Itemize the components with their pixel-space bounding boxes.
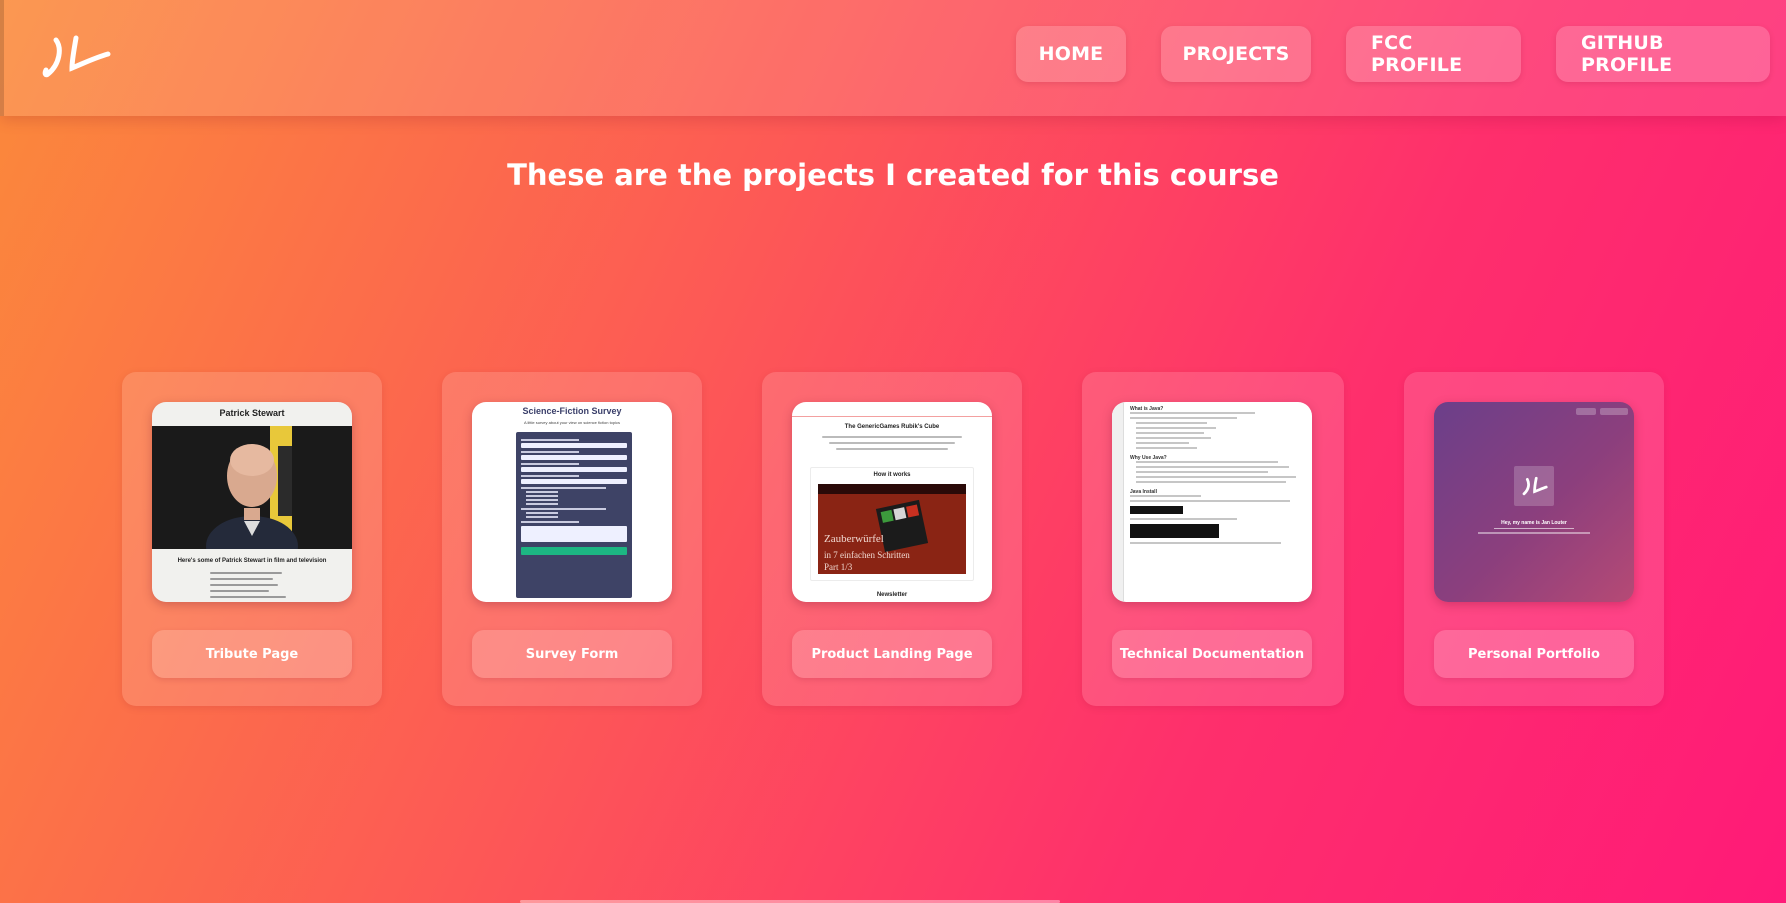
- thumb-title: The GenericGames Rubik's Cube: [844, 424, 940, 430]
- nav-fcc-profile-button[interactable]: FCC PROFILE: [1346, 26, 1521, 82]
- survey-form-thumbnail[interactable]: Science-Fiction Survey A little survey a…: [472, 402, 672, 602]
- site-header: HOME PROJECTS FCC PROFILE GITHUB PROFILE: [0, 0, 1786, 116]
- svg-text:Zauberwürfel: Zauberwürfel: [824, 533, 884, 545]
- thumb-title: Hey, my name is Jan Louter: [1501, 520, 1567, 526]
- thumb-footer-title: Newsletter: [876, 592, 908, 598]
- thumb-logo: [1514, 466, 1554, 506]
- thumb-nav-projects: [1600, 408, 1628, 415]
- jl-signature-logo-icon[interactable]: [42, 30, 114, 82]
- survey-form-button[interactable]: Survey Form: [472, 630, 672, 678]
- technical-documentation-button[interactable]: Technical Documentation: [1112, 630, 1312, 678]
- project-card-portfolio: Hey, my name is Jan Louter Personal Port…: [1404, 372, 1664, 706]
- project-card-product: The GenericGames Rubik's Cube How it wor…: [762, 372, 1022, 706]
- svg-text:in 7 einfachen Schritten: in 7 einfachen Schritten: [824, 550, 910, 560]
- tribute-page-thumbnail[interactable]: Patrick Stewart Here's some of Patrick S…: [152, 402, 352, 602]
- product-landing-page-button[interactable]: Product Landing Page: [792, 630, 992, 678]
- thumb-navbar: [792, 402, 992, 417]
- thumb-subtitle: Here's some of Patrick Stewart in film a…: [177, 558, 327, 564]
- product-landing-page-thumbnail[interactable]: The GenericGames Rubik's Cube How it wor…: [792, 402, 992, 602]
- thumb-title: Science-Fiction Survey: [522, 406, 622, 416]
- thumb-nav-home: [1576, 408, 1596, 415]
- thumb-text-lines: [210, 572, 300, 602]
- page-title: These are the projects I created for thi…: [507, 158, 1279, 192]
- thumb-form: [516, 432, 632, 598]
- portrait-image: [152, 426, 352, 576]
- project-card-survey: Science-Fiction Survey A little survey a…: [442, 372, 702, 706]
- thumb-title: Patrick Stewart: [219, 408, 285, 418]
- technical-documentation-thumbnail[interactable]: What is Java? Why Use Java? Java Install: [1112, 402, 1312, 602]
- nav-home-button[interactable]: HOME: [1016, 26, 1126, 82]
- thumb-sidebar: [1112, 402, 1124, 602]
- tribute-page-button[interactable]: Tribute Page: [152, 630, 352, 678]
- nav-github-profile-button[interactable]: GITHUB PROFILE: [1556, 26, 1770, 82]
- thumb-subtitle: A little survey about your view on scien…: [523, 420, 621, 425]
- project-card-tribute: Patrick Stewart Here's some of Patrick S…: [122, 372, 382, 706]
- svg-text:Part 1/3: Part 1/3: [824, 562, 853, 572]
- thumb-doc-body: What is Java? Why Use Java? Java Install: [1130, 406, 1308, 547]
- nav-projects-button[interactable]: PROJECTS: [1161, 26, 1311, 82]
- thumb-section-title: How it works: [873, 472, 911, 478]
- video-embed: Zauberwürfel in 7 einfachen Schritten Pa…: [818, 484, 966, 574]
- main-nav: HOME PROJECTS FCC PROFILE GITHUB PROFILE: [1016, 26, 1770, 82]
- project-card-documentation: What is Java? Why Use Java? Java Install: [1082, 372, 1344, 706]
- thumb-navbar: [1576, 408, 1628, 415]
- thumb-subtitle-line: [1478, 532, 1590, 534]
- thumb-divider: [1494, 528, 1574, 529]
- personal-portfolio-button[interactable]: Personal Portfolio: [1434, 630, 1634, 678]
- personal-portfolio-thumbnail[interactable]: Hey, my name is Jan Louter: [1434, 402, 1634, 602]
- project-grid: Patrick Stewart Here's some of Patrick S…: [0, 372, 1786, 706]
